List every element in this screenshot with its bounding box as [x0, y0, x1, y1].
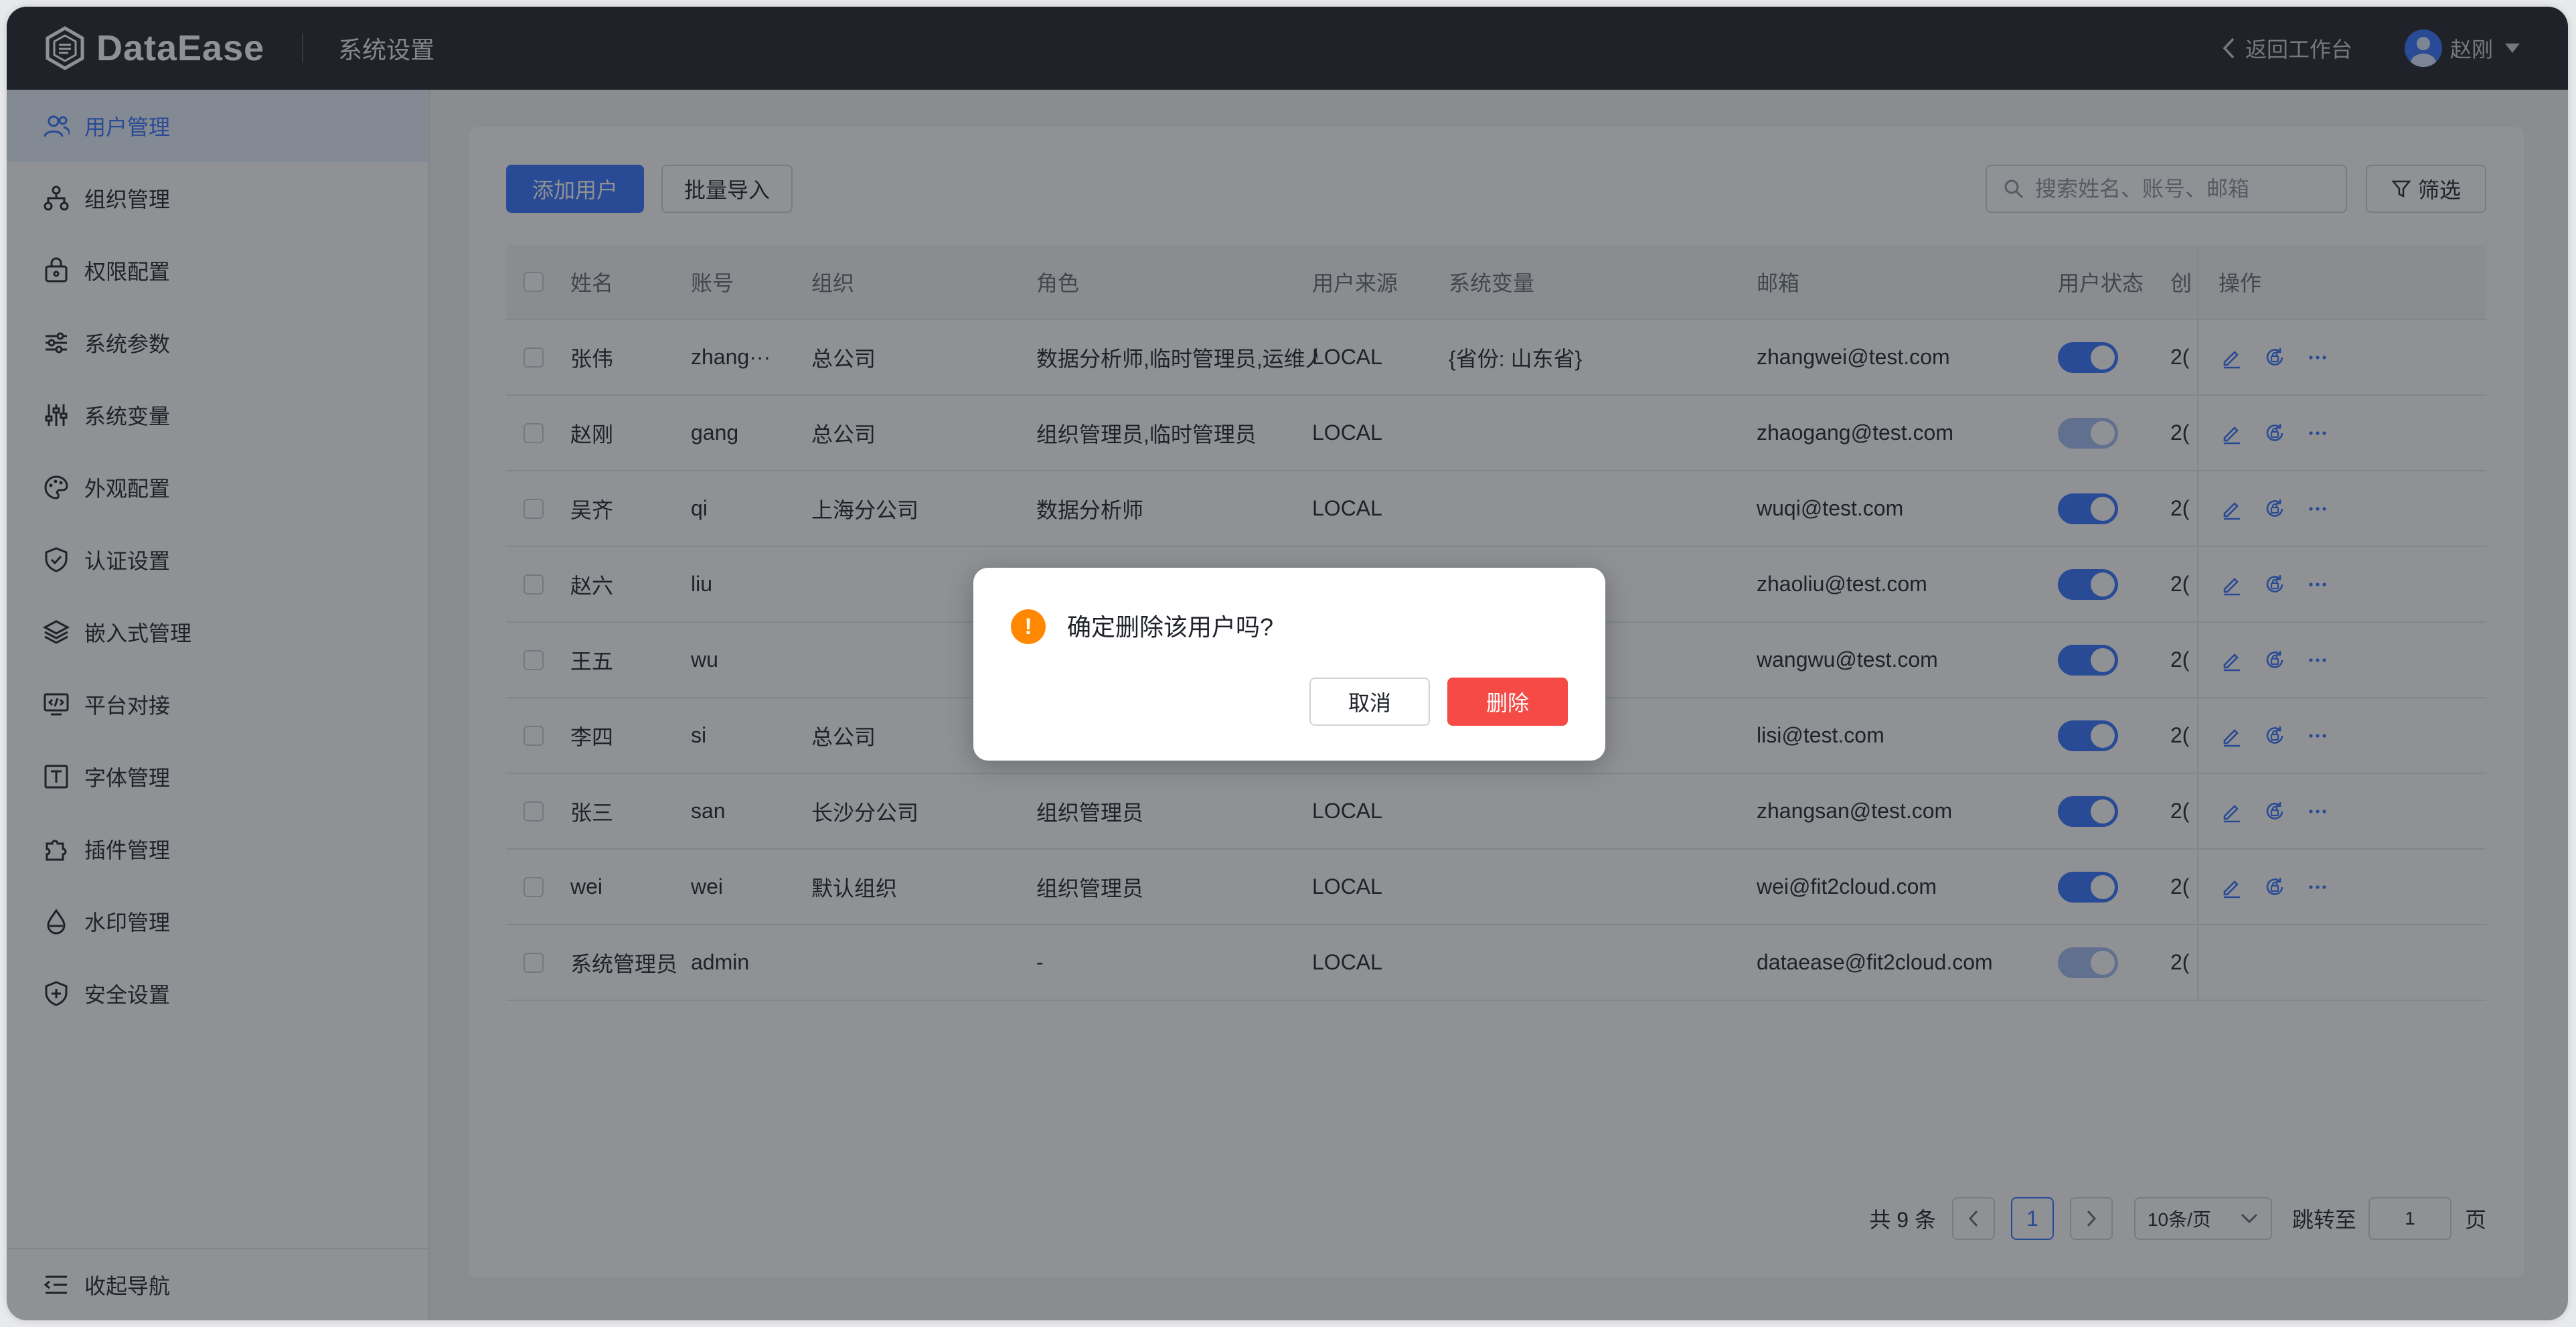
- delete-confirm-dialog: ! 确定删除该用户吗? 取消 删除: [973, 568, 1605, 761]
- delete-button[interactable]: 删除: [1447, 678, 1568, 726]
- dialog-message: 确定删除该用户吗?: [1067, 613, 1274, 641]
- warning-icon: !: [1011, 609, 1046, 644]
- app-window: DataEase 系统设置 返回工作台 赵刚 用户管理组织管理权限配置系统参数系…: [7, 7, 2568, 1320]
- cancel-button[interactable]: 取消: [1309, 678, 1430, 726]
